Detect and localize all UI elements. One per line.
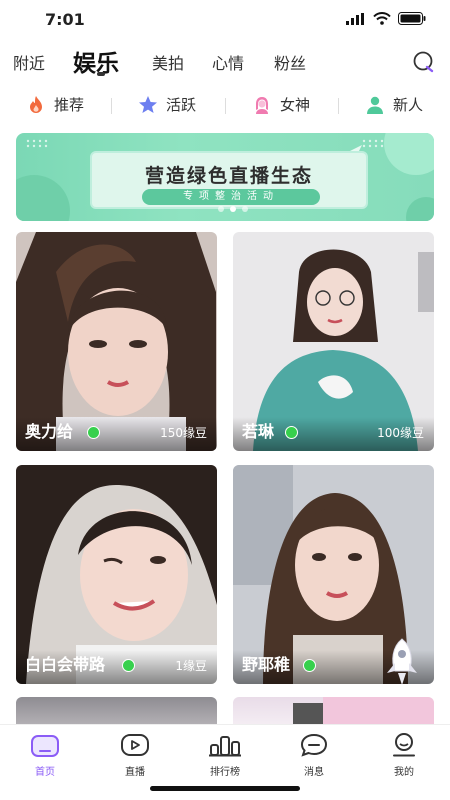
category-active[interactable]: 活跃 (138, 94, 196, 115)
nav-ranking[interactable]: 排行榜 (195, 733, 255, 778)
category-label: 新人 (393, 96, 424, 114)
search-icon[interactable] (412, 50, 436, 74)
flame-icon (30, 95, 42, 113)
tab-entertainment[interactable]: 娱乐 (73, 44, 119, 78)
streamer-name: 野耶稚 (242, 655, 291, 674)
streamer-price: 150缘豆 (160, 426, 207, 440)
divider (225, 98, 226, 114)
online-indicator (303, 659, 316, 672)
home-indicator (150, 786, 300, 791)
category-recommend[interactable]: 推荐 (26, 94, 84, 115)
streamer-card[interactable]: 白白会带路 1缘豆 (16, 465, 217, 684)
category-label: 活跃 (166, 96, 197, 114)
user-icon (367, 96, 383, 114)
home-icon (31, 735, 59, 757)
banner-pagination (218, 206, 248, 212)
card-photo-partial (293, 697, 434, 727)
battery-icon (398, 12, 426, 25)
nav-label: 我的 (394, 767, 414, 778)
streamer-name: 奥力给 (25, 422, 74, 441)
streamer-price: 100缘豆 (377, 426, 424, 440)
streamer-name: 若琳 (242, 422, 275, 441)
nav-profile[interactable]: 我的 (374, 733, 434, 778)
tab-mood[interactable]: 心情 (212, 50, 244, 74)
nav-label: 直播 (125, 767, 145, 778)
online-indicator (285, 426, 298, 439)
rocket-icon[interactable] (384, 637, 420, 689)
category-label: 女神 (280, 96, 311, 114)
streamer-card[interactable]: 若琳 100缘豆 (233, 232, 434, 451)
streamer-price: 1缘豆 (175, 659, 207, 673)
streamer-card[interactable]: 奥力给 150缘豆 (16, 232, 217, 451)
streamer-card-partial[interactable] (233, 697, 434, 727)
category-label: 推荐 (54, 96, 85, 114)
active-tab-indicator (97, 72, 105, 76)
tab-nearby[interactable]: 附近 (13, 50, 45, 74)
signal-icon (346, 12, 364, 25)
divider (111, 98, 112, 114)
banner-headline: 营造绿色直播生态 (144, 165, 313, 187)
nav-live[interactable]: 直播 (105, 733, 165, 778)
category-newcomer[interactable]: 新人 (365, 94, 423, 115)
nav-label: 排行榜 (210, 767, 240, 778)
online-indicator (122, 659, 135, 672)
status-bar: 7:01 (0, 0, 450, 40)
goddess-icon (256, 96, 268, 114)
tab-beauty-shot[interactable]: 美拍 (152, 50, 184, 74)
category-goddess[interactable]: 女神 (252, 94, 310, 115)
tab-fans[interactable]: 粉丝 (274, 50, 306, 74)
streamer-card-partial[interactable] (16, 697, 217, 727)
promo-banner[interactable]: 营造绿色直播生态 专项整治活动 (16, 133, 434, 221)
streamer-name: 白白会带路 (25, 655, 106, 674)
pagination-dot-active (230, 206, 236, 212)
banner-panel: 营造绿色直播生态 专项整治活动 (90, 151, 368, 209)
status-time: 7:01 (45, 10, 85, 29)
wifi-icon (373, 12, 391, 25)
nav-home[interactable]: 首页 (15, 733, 75, 778)
nav-messages[interactable]: 消息 (284, 733, 344, 778)
status-icons (346, 12, 426, 25)
pagination-dot (242, 206, 248, 212)
star-icon (139, 95, 157, 113)
nav-label: 首页 (35, 767, 55, 778)
category-row: 推荐 活跃 女神 新人 (0, 88, 450, 124)
banner-subline: 专项整治活动 (142, 189, 320, 205)
message-icon (300, 733, 328, 757)
divider (338, 98, 339, 114)
online-indicator (87, 426, 100, 439)
nav-label: 消息 (304, 767, 324, 778)
live-icon (121, 734, 149, 756)
top-tab-bar: 附近 娱乐 美拍 心情 粉丝 (0, 40, 450, 82)
ranking-icon (209, 736, 241, 757)
pagination-dot (218, 206, 224, 212)
profile-icon (393, 733, 415, 757)
